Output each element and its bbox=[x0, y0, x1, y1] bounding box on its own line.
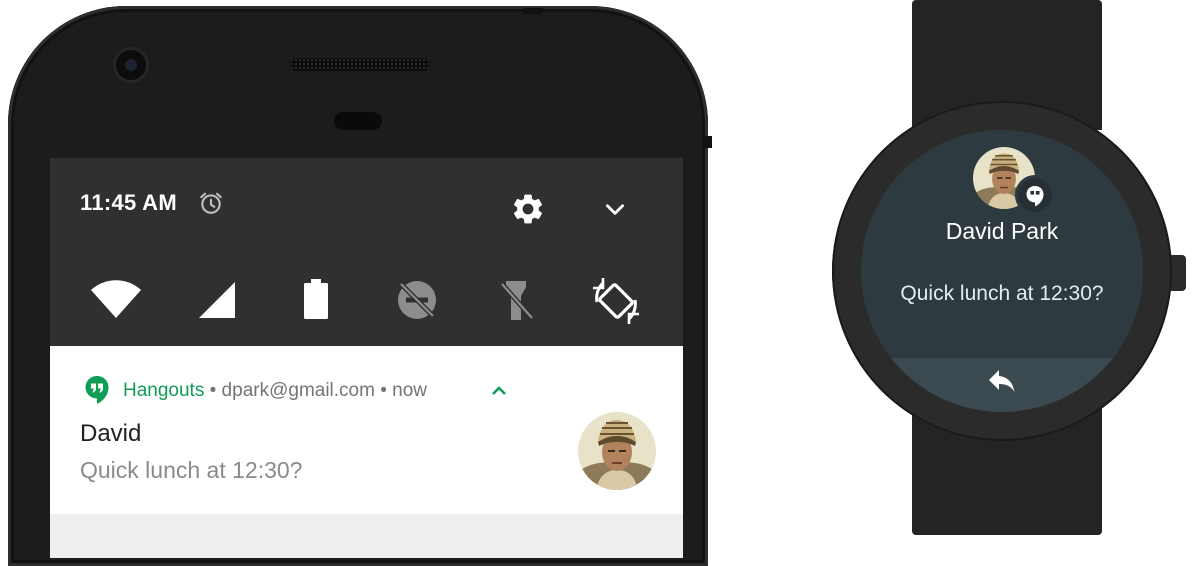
notification-app-name: Hangouts bbox=[123, 380, 205, 401]
phone-device: 11:45 AM Hangouts • dpark@gmail.com • no… bbox=[8, 6, 712, 566]
reply-icon[interactable] bbox=[989, 370, 1015, 392]
watch-notification-title: David Park bbox=[945, 218, 1059, 244]
auto-rotate-icon[interactable] bbox=[593, 278, 639, 324]
shade-background bbox=[50, 514, 683, 558]
watch-notification-text: Quick lunch at 12:30? bbox=[900, 282, 1104, 305]
settings-icon[interactable] bbox=[510, 191, 546, 227]
alarm-icon bbox=[200, 192, 222, 214]
hangouts-badge-icon bbox=[1015, 175, 1055, 215]
front-camera bbox=[116, 50, 146, 80]
proximity-sensor bbox=[334, 112, 382, 130]
notification-header: Hangouts • dpark@gmail.com • now bbox=[123, 380, 427, 402]
hangouts-icon bbox=[85, 376, 109, 404]
earpiece-speaker bbox=[290, 58, 430, 71]
flashlight-icon[interactable] bbox=[496, 278, 536, 322]
wifi-icon[interactable] bbox=[90, 278, 142, 320]
watch-notification-screen: David Park Quick lunch at 12:30? bbox=[861, 130, 1143, 412]
phone-side-button bbox=[704, 136, 712, 148]
cell-signal-icon[interactable] bbox=[197, 278, 237, 320]
battery-icon[interactable] bbox=[301, 278, 331, 320]
notification-title: David bbox=[80, 420, 142, 447]
notification-account-time: • dpark@gmail.com • now bbox=[209, 380, 428, 401]
status-time: 11:45 AM bbox=[80, 190, 177, 215]
phone-power-button bbox=[523, 8, 543, 14]
expand-icon[interactable] bbox=[602, 196, 628, 222]
collapse-chevron-icon[interactable] bbox=[491, 385, 507, 397]
avatar bbox=[578, 412, 656, 490]
do-not-disturb-icon[interactable] bbox=[395, 278, 439, 322]
notification-text: Quick lunch at 12:30? bbox=[80, 457, 303, 483]
notification-shade: 11:45 AM Hangouts • dpark@gmail.com • no… bbox=[50, 158, 683, 558]
